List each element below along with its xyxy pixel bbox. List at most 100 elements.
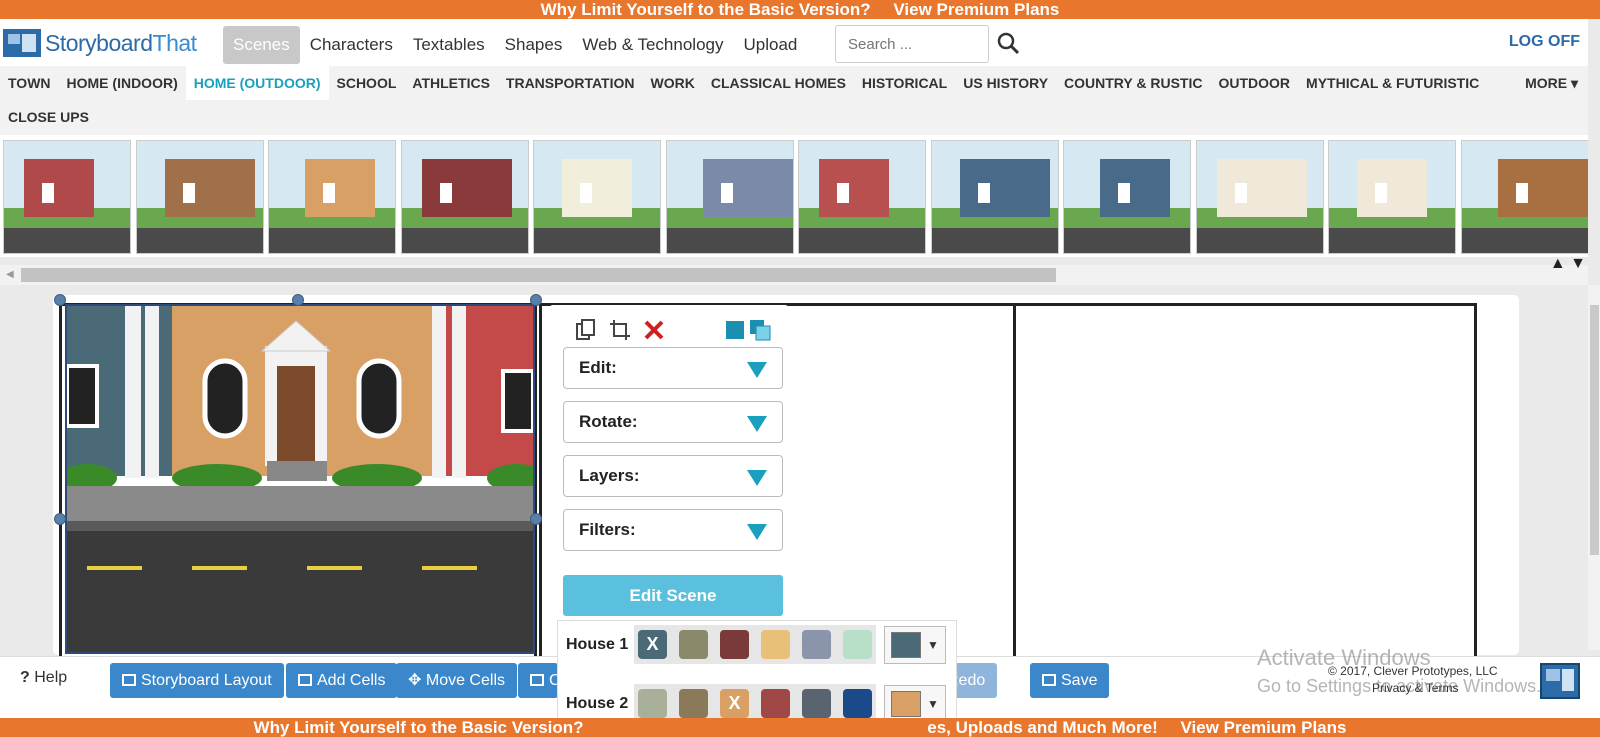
color-swatch[interactable]: X: [638, 630, 667, 659]
scene-thumbnail[interactable]: [533, 140, 661, 254]
color-swatch[interactable]: [802, 630, 831, 659]
top-navigation: StoryboardThat Scenes Characters Textabl…: [0, 19, 1588, 66]
filters-dropdown[interactable]: Filters:: [563, 509, 783, 551]
custom-color-picker[interactable]: ▼: [884, 684, 946, 723]
view-premium-link[interactable]: View Premium Plans: [893, 0, 1059, 19]
send-back-icon[interactable]: [749, 319, 771, 341]
edit-scene-button[interactable]: Edit Scene: [563, 575, 783, 616]
color-swatch[interactable]: X: [720, 689, 749, 718]
copy-icon[interactable]: [575, 319, 597, 341]
tab-characters[interactable]: Characters: [300, 26, 403, 64]
add-cells-button[interactable]: Add Cells: [286, 663, 398, 698]
caret-down-icon: ▾: [1570, 75, 1578, 91]
color-swatch[interactable]: [720, 630, 749, 659]
storyboard-cell-3[interactable]: [1013, 303, 1477, 663]
category-country-rustic[interactable]: COUNTRY & RUSTIC: [1056, 66, 1210, 100]
scene-thumbnail-strip: [0, 135, 1588, 257]
scene-thumbnail[interactable]: [1460, 140, 1588, 254]
arrow-up-icon[interactable]: ▲: [1550, 255, 1566, 272]
category-home-indoor[interactable]: HOME (INDOOR): [59, 66, 186, 100]
thumbnail-horizontal-scrollbar[interactable]: ◀: [0, 265, 1588, 285]
custom-color-picker[interactable]: ▼: [884, 625, 946, 664]
current-color-box: [891, 631, 921, 658]
help-link[interactable]: ? Help: [20, 669, 67, 687]
edit-dropdown[interactable]: Edit:: [563, 347, 783, 389]
tab-textables[interactable]: Textables: [403, 26, 495, 64]
resize-handle[interactable]: [530, 513, 542, 525]
search-icon[interactable]: [996, 31, 1020, 55]
question-icon: ?: [20, 669, 30, 686]
scrollbar-thumb[interactable]: [1590, 305, 1599, 555]
color-swatch[interactable]: [679, 630, 708, 659]
layers-dropdown[interactable]: Layers:: [563, 455, 783, 497]
category-transportation[interactable]: TRANSPORTATION: [498, 66, 643, 100]
scene-thumbnail[interactable]: [135, 140, 264, 254]
scrollbar-thumb[interactable]: [21, 268, 1056, 282]
scene-thumbnail[interactable]: [3, 140, 131, 254]
rotate-dropdown[interactable]: Rotate:: [563, 401, 783, 443]
scene-thumbnail[interactable]: [798, 140, 926, 254]
tab-scenes[interactable]: Scenes: [223, 26, 300, 64]
resize-handle[interactable]: [292, 294, 304, 306]
category-home-outdoor[interactable]: HOME (OUTDOOR): [185, 66, 329, 100]
arrow-down-icon[interactable]: ▼: [1570, 255, 1586, 272]
bring-front-icon[interactable]: [724, 319, 746, 341]
storyboard-layout-button[interactable]: Storyboard Layout: [110, 663, 284, 698]
move-cells-button[interactable]: ✥ Move Cells: [396, 663, 517, 698]
dropdown-triangle-icon: [747, 524, 767, 540]
color-swatch[interactable]: [802, 689, 831, 718]
copyright-notice: © 2017, Clever Prototypes, LLC Privacy &…: [1328, 664, 1498, 697]
storyboardthat-logo[interactable]: StoryboardThat: [3, 29, 197, 57]
category-mythical-futuristic[interactable]: MYTHICAL & FUTURISTIC: [1298, 66, 1487, 100]
logoff-link[interactable]: LOG OFF: [1509, 33, 1580, 51]
view-premium-link[interactable]: View Premium Plans: [1180, 718, 1346, 737]
resize-handle[interactable]: [54, 513, 66, 525]
category-us-history[interactable]: US HISTORY: [955, 66, 1056, 100]
color-swatch[interactable]: [638, 689, 667, 718]
resize-handle[interactable]: [54, 294, 66, 306]
tab-upload[interactable]: Upload: [733, 26, 807, 64]
search-input[interactable]: [835, 25, 989, 63]
tab-shapes[interactable]: Shapes: [495, 26, 573, 64]
category-outdoor[interactable]: OUTDOOR: [1210, 66, 1298, 100]
logo-icon: [3, 29, 41, 57]
scene-thumbnail[interactable]: [1063, 140, 1191, 254]
page-vertical-scrollbar[interactable]: [1588, 285, 1600, 650]
scene-thumbnail[interactable]: [930, 140, 1059, 254]
tab-web-technology[interactable]: Web & Technology: [572, 26, 733, 64]
delete-icon[interactable]: [643, 319, 665, 341]
crop-icon[interactable]: [609, 319, 631, 341]
storyboardthat-corner-logo-icon[interactable]: [1540, 663, 1580, 699]
category-close-ups[interactable]: CLOSE UPS: [0, 100, 97, 134]
privacy-terms-link[interactable]: Privacy & Terms: [1328, 680, 1498, 697]
category-town[interactable]: TOWN: [0, 66, 59, 100]
dropdown-arrow-icon: ▼: [927, 637, 939, 652]
dropdown-triangle-icon: [747, 416, 767, 432]
category-historical[interactable]: HISTORICAL: [854, 66, 955, 100]
scroll-left-arrow-icon[interactable]: ◀: [6, 269, 14, 280]
color-swatch[interactable]: [761, 630, 790, 659]
scene-thumbnail[interactable]: [268, 140, 396, 254]
copy-cells-button[interactable]: C: [518, 663, 561, 698]
color-swatches: X: [634, 625, 876, 664]
scene-thumbnail[interactable]: [1195, 140, 1324, 254]
color-swatch[interactable]: [843, 630, 872, 659]
color-swatch[interactable]: [679, 689, 708, 718]
color-row-house-1: House 1 X ▼: [566, 625, 946, 664]
category-work[interactable]: WORK: [643, 66, 703, 100]
selected-scene-image[interactable]: [65, 304, 535, 654]
color-row-label: House 1: [566, 635, 629, 653]
more-categories-dropdown[interactable]: MORE ▾: [1525, 66, 1578, 100]
category-school[interactable]: SCHOOL: [329, 66, 405, 100]
color-swatch[interactable]: [843, 689, 872, 718]
save-button[interactable]: Save: [1030, 663, 1110, 698]
scene-thumbnail[interactable]: [665, 140, 794, 254]
category-athletics[interactable]: ATHLETICS: [404, 66, 498, 100]
color-swatch[interactable]: [761, 689, 790, 718]
banner-text: Why Limit Yourself to the Basic Version?: [540, 0, 871, 19]
scene-thumbnail[interactable]: [1328, 140, 1456, 254]
category-classical-homes[interactable]: CLASSICAL HOMES: [703, 66, 854, 100]
premium-banner-top: Why Limit Yourself to the Basic Version?…: [0, 0, 1600, 19]
scene-thumbnail[interactable]: [400, 140, 529, 254]
resize-handle[interactable]: [530, 294, 542, 306]
